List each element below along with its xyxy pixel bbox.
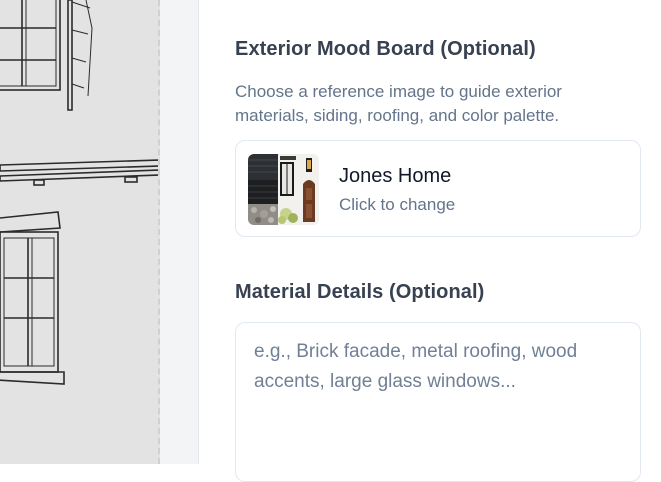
settings-panel: Exterior Mood Board (Optional) Choose a …	[199, 0, 661, 482]
panel-gutter	[160, 0, 199, 464]
mood-board-description: Choose a reference image to guide exteri…	[235, 82, 562, 125]
sketch-canvas[interactable]	[0, 0, 160, 464]
change-mood-board-hint: Click to change	[339, 195, 456, 214]
mood-board-thumbnail	[248, 154, 319, 225]
mood-board-selector-card[interactable]: Jones Home Click to change	[235, 140, 641, 237]
material-details-input[interactable]	[235, 322, 641, 482]
mood-board-name: Jones Home	[339, 165, 452, 187]
material-details-title: Material Details (Optional)	[235, 281, 485, 303]
house-sketch-drawing	[0, 0, 158, 385]
mood-board-title: Exterior Mood Board (Optional)	[235, 38, 536, 60]
